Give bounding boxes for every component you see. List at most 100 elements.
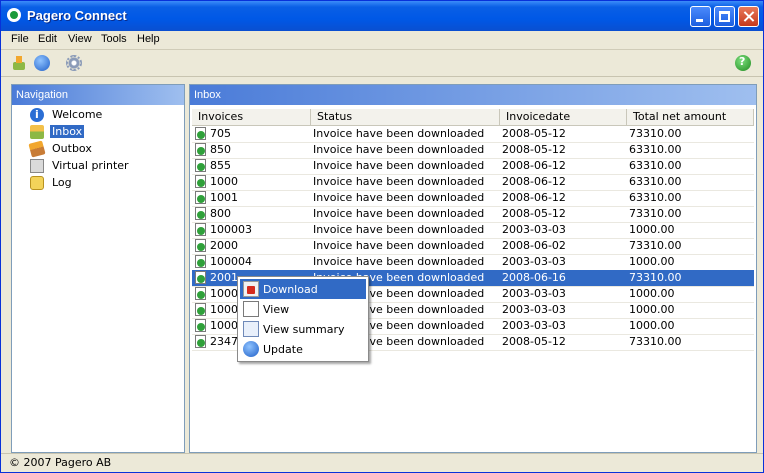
refresh-icon[interactable]	[34, 55, 50, 71]
invoice-date-cell: 2003-03-03	[502, 255, 566, 268]
invoice-date-cell: 2008-05-12	[502, 143, 566, 156]
table-row[interactable]: 800 Invoice have been downloaded 2008-05-1…	[192, 206, 754, 223]
invoice-document-icon	[195, 159, 206, 172]
app-window: Pagero Connect File Edit View Tools Help…	[0, 0, 764, 473]
context-menu-update[interactable]: Update	[240, 339, 366, 359]
invoice-document-icon	[195, 319, 206, 332]
table-row[interactable]: 850 Invoice have been downloaded 2008-05-1…	[192, 142, 754, 159]
invoice-date-cell: 2003-03-03	[502, 319, 566, 332]
invoice-number-cell: 800	[210, 207, 231, 220]
column-header-status[interactable]: Status	[311, 109, 500, 125]
status-cell: Invoice have been downloaded	[313, 159, 485, 172]
invoice-document-icon	[195, 191, 206, 204]
invoice-date-cell: 2003-03-03	[502, 287, 566, 300]
menu-edit[interactable]: Edit	[38, 33, 57, 45]
invoice-number-cell: 850	[210, 143, 231, 156]
info-icon	[30, 108, 44, 122]
table-row[interactable]: 2000 Invoice have been downloaded 2008-06-…	[192, 238, 754, 255]
maximize-button[interactable]	[714, 6, 735, 27]
view-icon	[243, 301, 259, 317]
table-row[interactable]: 100003 Invoice have been downloaded 2003-0…	[192, 222, 754, 239]
status-cell: Invoice have been downloaded	[313, 255, 485, 268]
context-menu-label: Update	[263, 343, 303, 356]
context-menu-view-summary[interactable]: View summary	[240, 319, 366, 339]
inbox-icon	[30, 125, 44, 139]
menu-view[interactable]: View	[68, 33, 92, 45]
navigation-header: Navigation	[12, 85, 184, 105]
invoice-document-icon	[195, 271, 206, 284]
download-icon	[243, 281, 259, 297]
title-bar[interactable]: Pagero Connect	[1, 1, 763, 31]
invoice-document-icon	[195, 175, 206, 188]
invoice-date-cell: 2008-05-12	[502, 335, 566, 348]
column-header-invoices[interactable]: Invoices	[192, 109, 311, 125]
invoice-date-cell: 2008-06-16	[502, 271, 566, 284]
total-net-amount-cell: 1000.00	[629, 255, 675, 268]
app-logo-icon	[7, 8, 21, 22]
status-cell: Invoice have been downloaded	[313, 223, 485, 236]
total-net-amount-cell: 1000.00	[629, 303, 675, 316]
minimize-button[interactable]	[690, 6, 711, 27]
toolbar	[1, 51, 763, 77]
printer-icon	[30, 159, 44, 173]
help-icon[interactable]	[735, 55, 751, 71]
total-net-amount-cell: 63310.00	[629, 191, 682, 204]
invoice-number-cell: 705	[210, 127, 231, 140]
total-net-amount-cell: 63310.00	[629, 159, 682, 172]
copyright-text: © 2007 Pagero AB	[9, 456, 112, 469]
inbox-panel: Inbox Invoices Status Invoicedate Total …	[189, 84, 757, 453]
invoice-document-icon	[195, 303, 206, 316]
update-icon	[243, 341, 259, 357]
invoice-document-icon	[195, 223, 206, 236]
invoice-date-cell: 2008-05-12	[502, 207, 566, 220]
settings-icon[interactable]	[66, 55, 82, 71]
invoice-date-cell: 2008-06-12	[502, 159, 566, 172]
status-cell: Invoice have been downloaded	[313, 127, 485, 140]
context-menu-label: Download	[263, 283, 318, 296]
table-header: Invoices Status Invoicedate Total net am…	[192, 109, 754, 126]
column-header-invoicedate[interactable]: Invoicedate	[500, 109, 627, 125]
window-title: Pagero Connect	[27, 8, 127, 23]
invoice-number-cell: 1000	[210, 175, 238, 188]
table-row[interactable]: 1001 Invoice have been downloaded 2008-06-…	[192, 190, 754, 207]
context-menu-download[interactable]: Download	[240, 279, 366, 299]
total-net-amount-cell: 73310.00	[629, 239, 682, 252]
table-row[interactable]: 855 Invoice have been downloaded 2008-06-1…	[192, 158, 754, 175]
total-net-amount-cell: 1000.00	[629, 223, 675, 236]
menu-file[interactable]: File	[11, 33, 29, 45]
invoice-document-icon	[195, 255, 206, 268]
context-menu-label: View	[263, 303, 290, 316]
table-row[interactable]: 705 Invoice have been downloaded 2008-05-1…	[192, 126, 754, 143]
menu-bar: File Edit View Tools Help	[1, 31, 763, 50]
status-cell: Invoice have been downloaded	[313, 207, 485, 220]
nav-item-label: Outbox	[52, 142, 92, 155]
total-net-amount-cell: 73310.00	[629, 127, 682, 140]
nav-item-label: Virtual printer	[52, 159, 129, 172]
upload-icon[interactable]	[11, 55, 27, 71]
invoice-number-cell: 100003	[210, 223, 252, 236]
invoice-document-icon	[195, 239, 206, 252]
invoice-number-cell: 1001	[210, 191, 238, 204]
invoice-date-cell: 2008-06-12	[502, 175, 566, 188]
total-net-amount-cell: 73310.00	[629, 335, 682, 348]
invoice-date-cell: 2008-06-02	[502, 239, 566, 252]
menu-tools[interactable]: Tools	[101, 33, 127, 45]
inbox-header: Inbox	[190, 85, 756, 105]
invoice-date-cell: 2003-03-03	[502, 223, 566, 236]
total-net-amount-cell: 63310.00	[629, 175, 682, 188]
summary-icon	[243, 321, 259, 337]
invoice-number-cell: 855	[210, 159, 231, 172]
column-header-total-net-amount[interactable]: Total net amount	[627, 109, 754, 125]
total-net-amount-cell: 73310.00	[629, 271, 682, 284]
invoice-date-cell: 2008-05-12	[502, 127, 566, 140]
nav-item-label: Inbox	[50, 125, 85, 138]
close-button[interactable]	[738, 6, 759, 27]
table-row[interactable]: 1000 Invoice have been downloaded 2008-06-…	[192, 174, 754, 191]
invoice-document-icon	[195, 127, 206, 140]
table-row[interactable]: 100004 Invoice have been downloaded 2003-0…	[192, 254, 754, 271]
status-cell: Invoice have been downloaded	[313, 143, 485, 156]
nav-item-label: Welcome	[52, 108, 103, 121]
menu-help[interactable]: Help	[137, 33, 160, 45]
context-menu-view[interactable]: View	[240, 299, 366, 319]
invoice-document-icon	[195, 287, 206, 300]
